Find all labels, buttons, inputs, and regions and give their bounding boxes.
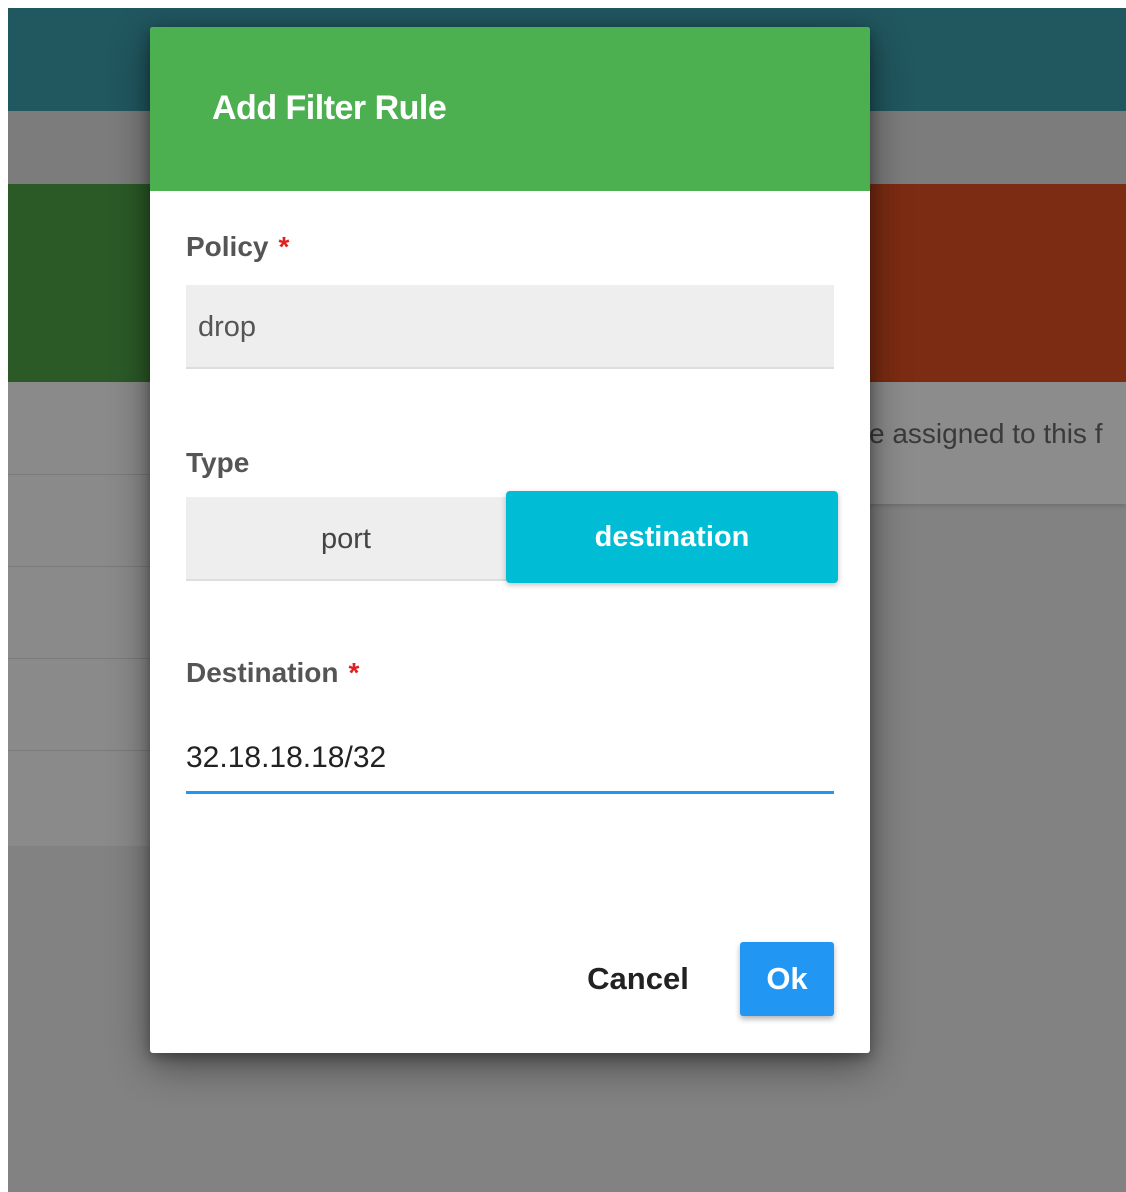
policy-value: drop	[198, 311, 257, 343]
policy-label: Policy *	[186, 231, 289, 263]
required-mark: *	[278, 231, 290, 262]
type-option-destination[interactable]: destination	[506, 491, 838, 583]
background-info-panel: e assigned to this f	[863, 382, 1126, 504]
background-list	[8, 382, 168, 846]
type-label: Type	[186, 447, 250, 478]
status-card-green	[8, 184, 168, 382]
dialog-header: Add Filter Rule	[150, 27, 870, 191]
destination-label: Destination *	[186, 657, 359, 689]
policy-label-text: Policy	[186, 231, 269, 262]
cancel-button[interactable]: Cancel	[570, 943, 706, 1015]
app-background: e assigned to this f Add Filter Rule Pol…	[8, 8, 1126, 1192]
add-filter-rule-dialog: Add Filter Rule Policy * drop Type port d…	[150, 27, 870, 1053]
background-panel-text: e assigned to this f	[869, 418, 1103, 449]
type-toggle-group: port destination	[186, 491, 838, 583]
status-card-orange	[863, 184, 1126, 382]
dialog-title: Add Filter Rule	[212, 89, 447, 127]
destination-label-text: Destination	[186, 657, 339, 688]
type-option-port[interactable]: port	[186, 497, 506, 581]
policy-select[interactable]: drop	[186, 285, 834, 369]
ok-button[interactable]: Ok	[740, 942, 834, 1016]
required-mark: *	[348, 657, 360, 688]
destination-input[interactable]	[186, 732, 834, 794]
